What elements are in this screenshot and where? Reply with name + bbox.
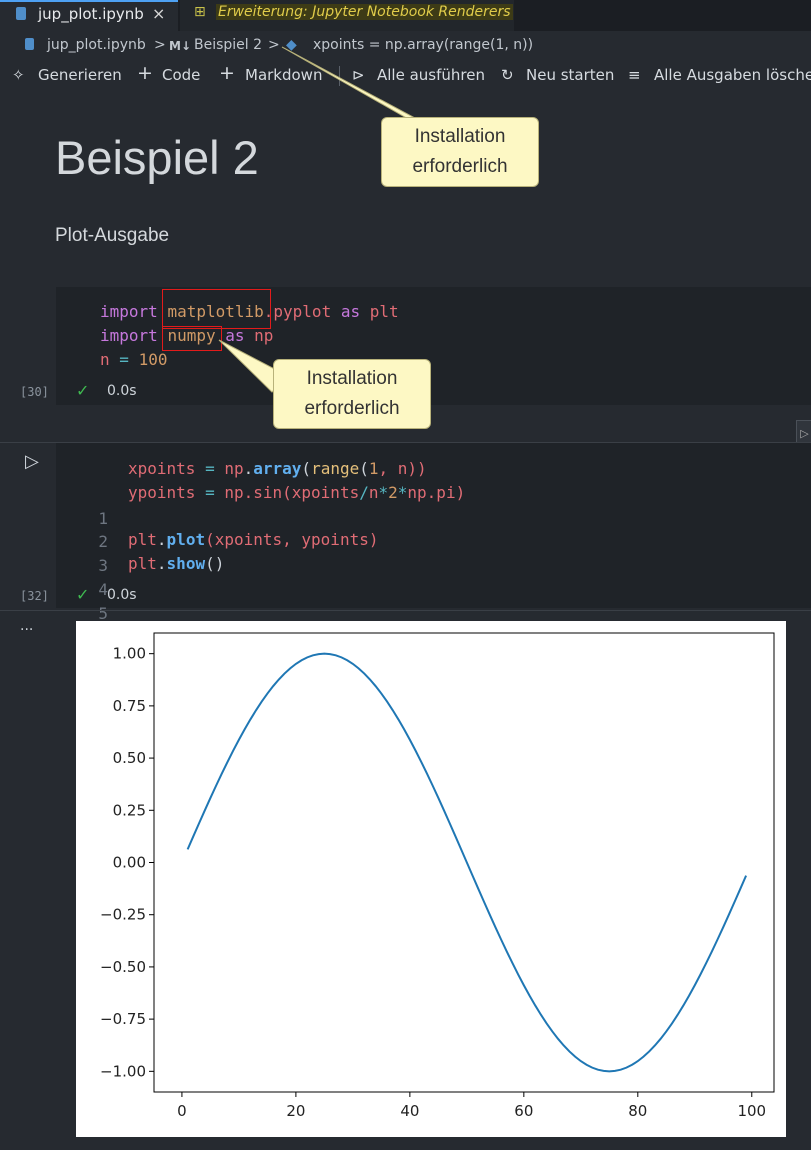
x-tick-label: 0 [177, 1102, 187, 1120]
check-icon: ✓ [76, 585, 90, 604]
y-tick-label: −0.25 [100, 906, 146, 924]
x-tick-label: 80 [628, 1102, 647, 1120]
installation-callout-1: Installation erforderlich [381, 117, 539, 187]
installation-callout-2: Installation erforderlich [273, 359, 431, 429]
sine-chart: 0 20 40 60 80 100 1.00 0.75 0.50 0.25 0.00 −0.25 −0.… [100, 632, 775, 1120]
y-tick-label: 0.50 [113, 749, 146, 767]
code-line: plt.plot(xpoints, ypoints) [128, 530, 379, 549]
x-tick-label: 60 [514, 1102, 533, 1120]
x-tick-label: 20 [286, 1102, 305, 1120]
y-tick-label: −0.75 [100, 1010, 146, 1028]
x-tick-label: 100 [737, 1102, 766, 1120]
y-tick-label: −1.00 [100, 1062, 146, 1080]
execution-count: [32] [20, 589, 49, 603]
execution-time: 0.0s [107, 587, 137, 603]
series-line [186, 652, 747, 1073]
y-tick-label: 1.00 [113, 645, 146, 663]
y-tick-label: −0.50 [100, 958, 146, 976]
y-tick-label: 0.25 [113, 801, 146, 819]
code-line: ypoints = np.sin(xpoints/n*2*np.pi) [128, 483, 466, 502]
y-tick-label: 0.00 [113, 854, 146, 872]
code-line: xpoints = np.array(range(1, n)) [128, 459, 427, 478]
plot-frame [153, 632, 775, 1093]
plot-output: 0 20 40 60 80 100 1.00 0.75 0.50 0.25 0.00 −0.25 −0.… [76, 621, 786, 1137]
y-tick-label: 0.75 [113, 697, 146, 715]
x-tick-label: 40 [400, 1102, 419, 1120]
code-line: plt.show() [128, 554, 225, 573]
output-more-icon[interactable]: ··· [20, 622, 33, 638]
cell-separator [0, 610, 811, 611]
run-cell-icon[interactable]: ▷ [25, 451, 39, 472]
